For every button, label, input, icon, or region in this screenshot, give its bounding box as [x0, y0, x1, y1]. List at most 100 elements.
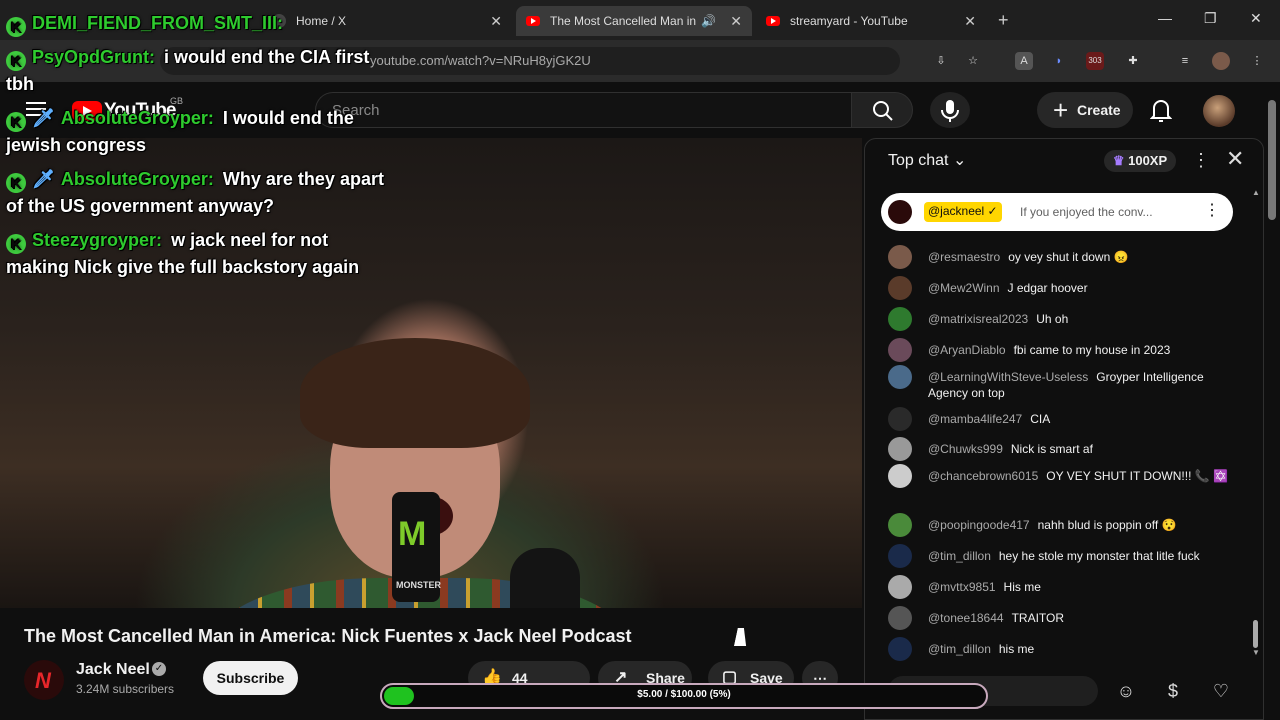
emoji-icon[interactable]: ☺: [1115, 681, 1137, 703]
chat-avatar[interactable]: [888, 544, 912, 568]
close-tab-icon[interactable]: ✕: [490, 13, 502, 30]
donation-goal-text: $5.00 / $100.00 (5%): [637, 689, 731, 700]
chat-author[interactable]: @mvttx9851: [928, 580, 996, 594]
stream-overlay-chat: K DEMI_FIEND_FROM_SMT_III: K PsyOpdGrunt: …: [6, 10, 386, 288]
chat-author[interactable]: @tim_dillon: [928, 642, 991, 656]
tab-active-video[interactable]: The Most Cancelled Man in 🔊 ✕: [516, 6, 752, 36]
chat-mode-dropdown[interactable]: Top chat ⌄: [888, 150, 966, 170]
overlay-message: K DEMI_FIEND_FROM_SMT_III:: [6, 10, 386, 37]
chat-menu-icon[interactable]: ⋮: [1192, 150, 1210, 171]
channel-avatar[interactable]: [24, 660, 64, 700]
install-app-icon[interactable]: ⇩: [932, 52, 950, 70]
chat-author[interactable]: @AryanDiablo: [928, 343, 1006, 357]
chat-message[interactable]: @mvttx9851 His me: [888, 575, 1234, 599]
browser-menu-icon[interactable]: ⋮: [1248, 52, 1266, 70]
chat-message[interactable]: @LearningWithSteve-Useless Groyper Intell…: [888, 365, 1234, 401]
chat-message[interactable]: @tim_dillon hey he stole my monster that …: [888, 544, 1234, 568]
chat-avatar[interactable]: [888, 407, 912, 431]
chat-text: his me: [998, 642, 1035, 656]
chat-text: TRAITOR: [1011, 611, 1065, 625]
chat-message[interactable]: @mamba4life247 CIA: [888, 407, 1234, 431]
chat-avatar[interactable]: [888, 365, 912, 389]
chat-avatar[interactable]: [888, 245, 912, 269]
profile-avatar[interactable]: [1212, 52, 1230, 70]
xp-badge[interactable]: ♛ 100XP: [1104, 150, 1176, 172]
extensions-puzzle-icon[interactable]: ✚: [1124, 52, 1142, 70]
chat-text: Nick is smart af: [1010, 442, 1093, 456]
chat-avatar[interactable]: [888, 575, 912, 599]
chat-author[interactable]: @poopingoode417: [928, 518, 1030, 532]
bookmark-star-icon[interactable]: ☆: [964, 52, 982, 70]
chat-message[interactable]: @tim_dillon his me: [888, 637, 1234, 661]
channel-name[interactable]: Jack Neel: [76, 661, 150, 679]
search-input[interactable]: Search: [315, 92, 851, 128]
account-avatar[interactable]: [1203, 95, 1235, 127]
close-tab-icon[interactable]: ✕: [730, 13, 742, 30]
voice-search-button[interactable]: [930, 92, 970, 128]
chat-author[interactable]: @Chuwks999: [928, 442, 1003, 456]
chat-author[interactable]: @tim_dillon: [928, 549, 991, 563]
chat-text: OY VEY SHUT IT DOWN!!! 📞 ✡️: [1046, 469, 1228, 483]
chat-author[interactable]: @resmaestro: [928, 250, 1000, 264]
new-tab-icon[interactable]: +: [998, 10, 1009, 31]
heart-icon[interactable]: ♡: [1210, 681, 1232, 703]
chat-message[interactable]: @tonee18644 TRAITOR: [888, 606, 1234, 630]
chat-message[interactable]: @chancebrown6015 OY VEY SHUT IT DOWN!!! 📞…: [888, 464, 1234, 488]
tab-label: The Most Cancelled Man in: [550, 14, 697, 28]
chat-avatar[interactable]: [888, 606, 912, 630]
notifications-bell-icon[interactable]: [1149, 98, 1173, 122]
can-text: MONSTER: [396, 580, 441, 590]
scroll-up-icon[interactable]: ▲: [1252, 188, 1260, 197]
chat-message[interactable]: @resmaestro oy vey shut it down 😠: [888, 245, 1234, 269]
chat-message[interactable]: @poopingoode417 nahh blud is poppin off 😯: [888, 513, 1234, 537]
chat-text: fbi came to my house in 2023: [1013, 343, 1171, 357]
chat-scroll-thumb[interactable]: [1253, 620, 1258, 648]
chat-avatar[interactable]: [888, 637, 912, 661]
create-button[interactable]: Create: [1037, 92, 1133, 128]
scroll-down-icon[interactable]: ▼: [1252, 648, 1260, 657]
chat-author[interactable]: @matrixisreal2023: [928, 312, 1028, 326]
chat-text: His me: [1003, 580, 1041, 594]
chat-scrollbar[interactable]: ▲ ▼: [1250, 188, 1260, 658]
chat-avatar[interactable]: [888, 513, 912, 537]
chat-mode-label: Top chat: [888, 152, 949, 169]
chat-author[interactable]: @mamba4life247: [928, 412, 1022, 426]
page-scrollbar[interactable]: [1268, 100, 1276, 220]
chat-author[interactable]: @chancebrown6015: [928, 469, 1038, 483]
chat-text: nahh blud is poppin off 😯: [1037, 518, 1177, 532]
tab-streamyard[interactable]: streamyard - YouTube ✕: [756, 6, 986, 36]
window-close-icon[interactable]: ✕: [1250, 10, 1262, 27]
chat-author[interactable]: @LearningWithSteve-Useless: [928, 370, 1088, 384]
chat-avatar[interactable]: [888, 437, 912, 461]
chat-message[interactable]: @matrixisreal2023 Uh oh: [888, 307, 1234, 331]
pinned-text: If you enjoyed the conv...: [1020, 205, 1153, 219]
pinned-menu-icon[interactable]: ⋮: [1204, 200, 1220, 220]
can-logo: M: [398, 515, 427, 553]
chat-avatar[interactable]: [888, 464, 912, 488]
youtube-favicon-icon: [766, 16, 780, 26]
extension-icon[interactable]: ◗: [1050, 52, 1068, 70]
chat-message[interactable]: @AryanDiablo fbi came to my house in 2023: [888, 338, 1234, 362]
subscribe-button[interactable]: Subscribe: [203, 661, 298, 695]
chat-avatar[interactable]: [888, 276, 912, 300]
chat-text: J edgar hoover: [1007, 281, 1088, 295]
pinned-author[interactable]: @jackneel ✓: [924, 202, 1002, 222]
extension-icon[interactable]: A: [1015, 52, 1033, 70]
chat-message[interactable]: @Chuwks999 Nick is smart af: [888, 437, 1234, 461]
super-chat-icon[interactable]: $: [1162, 681, 1184, 703]
minimize-icon[interactable]: —: [1158, 10, 1172, 26]
restore-icon[interactable]: ❐: [1204, 10, 1217, 27]
chat-text: hey he stole my monster that litle fuck: [998, 549, 1200, 563]
chat-author[interactable]: @Mew2Winn: [928, 281, 1000, 295]
speaker-icon[interactable]: 🔊: [701, 14, 716, 28]
media-controls-icon[interactable]: ≡: [1176, 52, 1194, 70]
chat-avatar[interactable]: [888, 307, 912, 331]
search-button[interactable]: [851, 92, 913, 128]
overlay-message: K 🗡 AbsoluteGroyper: I would end the jewis…: [6, 108, 354, 155]
chat-message[interactable]: @Mew2Winn J edgar hoover: [888, 276, 1234, 300]
chat-avatar[interactable]: [888, 338, 912, 362]
close-tab-icon[interactable]: ✕: [964, 13, 976, 30]
extension-badge[interactable]: 303: [1086, 52, 1104, 70]
close-chat-icon[interactable]: ✕: [1226, 146, 1244, 172]
chat-author[interactable]: @tonee18644: [928, 611, 1004, 625]
